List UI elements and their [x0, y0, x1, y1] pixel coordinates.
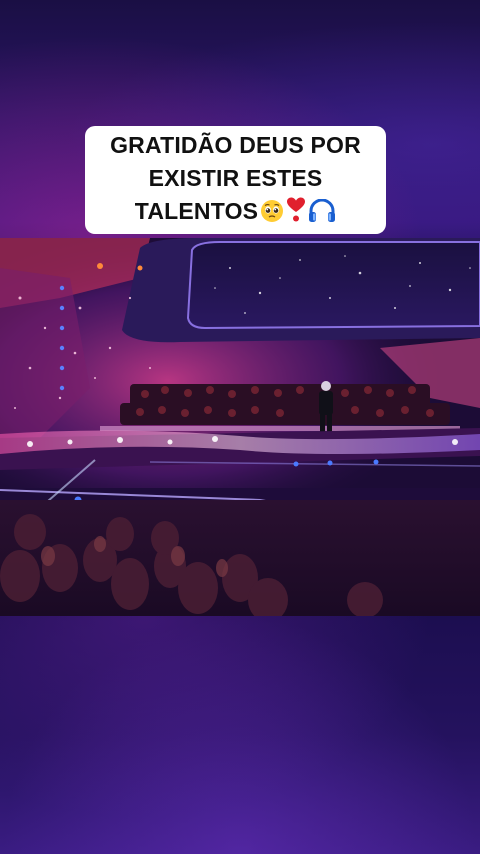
- caption-line-3-wrap: TALENTOS: [135, 195, 336, 232]
- heart-exclamation-icon: [286, 197, 306, 232]
- background-bottom-glow: [0, 616, 480, 854]
- concert-stage-image: [0, 238, 480, 616]
- caption-line-1: GRATIDÃO DEUS POR: [110, 131, 361, 158]
- headphones-icon: [308, 198, 336, 232]
- caption-line-3: TALENTOS: [134, 197, 259, 224]
- caption-box: GRATIDÃO DEUS POR EXISTIR ESTES TALENTOS: [85, 126, 386, 234]
- concert-video-frame: [0, 238, 480, 616]
- pleading-face-icon: [260, 199, 284, 232]
- caption-line-2: EXISTIR ESTES: [148, 164, 323, 191]
